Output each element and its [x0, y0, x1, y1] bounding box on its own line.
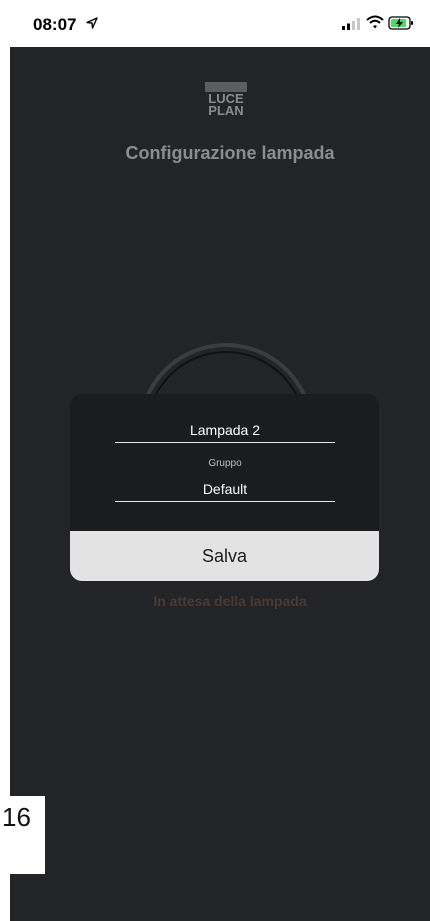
- location-arrow-icon: [86, 17, 98, 29]
- lamp-config-dialog: Lampada 2 Gruppo Default Salva: [70, 394, 379, 581]
- logo-text: LUCE PLAN: [205, 92, 247, 118]
- luceplan-logo: LUCE PLAN: [205, 82, 247, 120]
- page-number: 16: [0, 796, 45, 874]
- page-title: Configurazione lampada: [125, 143, 335, 163]
- battery-charging-icon: [388, 16, 413, 30]
- group-underline: [115, 501, 335, 502]
- wifi-icon: [366, 15, 384, 29]
- group-label: Gruppo: [208, 458, 242, 469]
- lamp-name-underline: [115, 442, 335, 443]
- group-field[interactable]: Default: [115, 481, 335, 497]
- save-button[interactable]: Salva: [70, 531, 379, 581]
- status-bar: 08:07: [0, 0, 430, 47]
- lamp-name-field[interactable]: Lampada 2: [115, 422, 335, 438]
- status-time: 08:07: [33, 15, 77, 34]
- logo-line-2: PLAN: [208, 103, 244, 118]
- status-message: In attesa della lampada: [153, 593, 307, 609]
- signal-icon: [342, 18, 360, 30]
